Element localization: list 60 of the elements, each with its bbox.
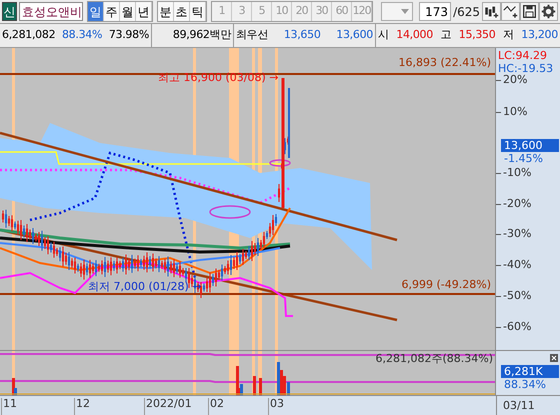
date-label: 03/11	[496, 396, 535, 415]
current-volume-tag: 6,281K	[501, 365, 559, 378]
volume-label: 6,281,082주(88.34%)	[375, 353, 493, 364]
axis-label: -40%	[503, 259, 532, 270]
change-value: -1.45%	[504, 153, 543, 164]
low-price: 13,200	[521, 27, 558, 44]
total-count: /625	[453, 4, 480, 20]
period-tab[interactable]: 일	[88, 2, 104, 21]
ellipse-marker	[209, 205, 251, 219]
high-price: 15,350	[458, 27, 496, 44]
trade-amount: 89,962백만	[172, 27, 231, 44]
dropdown[interactable]	[381, 2, 414, 21]
axis-label: -20%	[503, 198, 532, 209]
axis-label: 02	[208, 398, 224, 415]
ask-price: 13,650	[284, 27, 321, 44]
low-label: 저	[503, 27, 514, 44]
high-label: 고	[440, 27, 452, 44]
axis-label: 11	[1, 398, 17, 415]
volume-ratio: 88.34%	[62, 27, 102, 44]
line-plus-icon[interactable]	[501, 2, 520, 21]
best-price-label: 최우선	[236, 27, 268, 44]
high-price-marker: 최고 16,900 (03/08) →	[158, 70, 278, 86]
period-tab[interactable]: 월	[120, 2, 136, 21]
period-tab[interactable]: 년	[136, 2, 152, 21]
price-line-label: 6,999 (-49.28%)	[402, 277, 491, 293]
period-tab[interactable]: 주	[104, 2, 120, 21]
volume-bar	[259, 378, 262, 396]
market-badge: 신	[2, 2, 18, 21]
axis-label: -30%	[503, 228, 532, 239]
save-icon[interactable]	[520, 2, 540, 21]
low-price-marker: 최저 7,000 (01/28) →	[88, 279, 202, 295]
axis-label: 10%	[503, 106, 528, 117]
ellipse-marker	[269, 159, 291, 167]
volume-ratio-value: 88.34%	[504, 379, 546, 390]
caret-icon	[401, 9, 410, 14]
count-field[interactable]: 173	[419, 2, 452, 21]
period-tab[interactable]: 틱	[190, 2, 206, 21]
ratio-value: 73.98%	[108, 27, 149, 44]
axis-label: 12	[74, 398, 90, 415]
price-line-label: 16,893 (22.41%)	[398, 55, 491, 71]
open-price: 14,000	[396, 27, 433, 44]
period-tab[interactable]: 분	[158, 2, 174, 21]
current-price-tag: 13,600	[501, 139, 559, 152]
open-label: 시	[378, 27, 389, 44]
close-icon[interactable]	[550, 354, 558, 362]
candles-plus-icon[interactable]	[482, 2, 502, 21]
hc-value: HC:-19.53	[498, 63, 554, 74]
axis-label: 03	[268, 398, 284, 415]
axis-label: 20%	[503, 74, 528, 85]
axis-label: -50%	[503, 290, 532, 301]
lc-value: LC:94.29	[498, 50, 548, 61]
bid-price: 13,600	[336, 27, 373, 44]
volume-value: 6,281,082	[2, 27, 56, 44]
volume-bar	[253, 376, 256, 396]
axis-label: -10%	[503, 167, 532, 178]
settings-icon[interactable]	[539, 2, 558, 21]
axis-label: 2022/01	[144, 398, 192, 415]
axis-label: -60%	[503, 321, 532, 332]
period-tab[interactable]: 초	[174, 2, 190, 21]
stock-name-field[interactable]: 효성오앤비	[19, 2, 84, 21]
